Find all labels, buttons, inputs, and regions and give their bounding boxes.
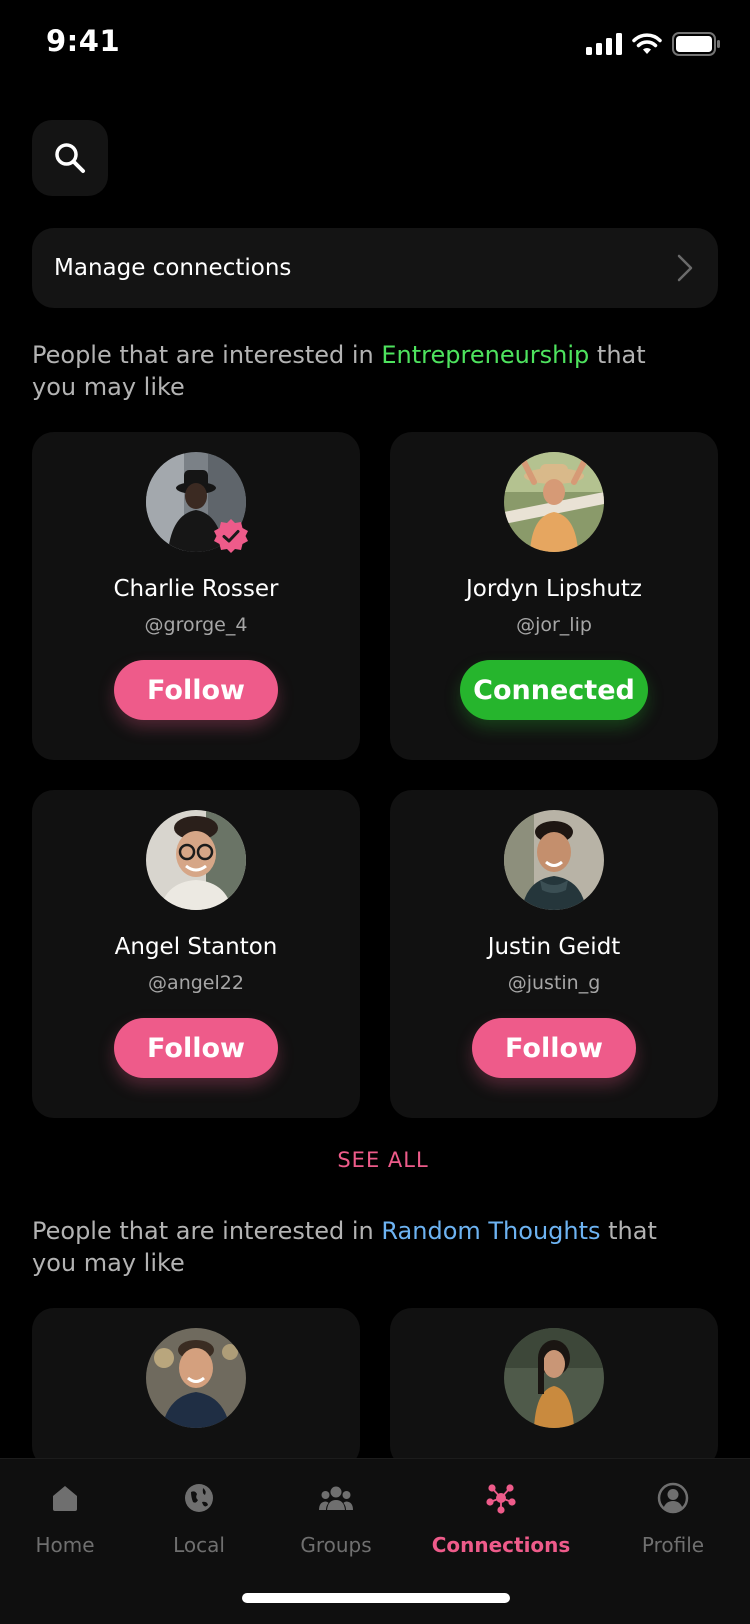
user-handle: @justin_g <box>507 972 601 994</box>
groups-icon <box>319 1486 353 1510</box>
manage-connections-row[interactable]: Manage connections <box>32 228 718 308</box>
avatar[interactable] <box>146 810 246 910</box>
globe-icon <box>185 1484 213 1512</box>
user-name: Justin Geidt <box>487 934 621 960</box>
status-bar: 9:41 <box>0 0 750 90</box>
battery-icon <box>672 32 720 56</box>
tab-label: Groups <box>300 1533 372 1557</box>
manage-connections-label: Manage connections <box>54 255 292 281</box>
avatar[interactable] <box>146 1328 246 1428</box>
verified-badge-icon <box>214 519 248 553</box>
user-card[interactable] <box>390 1308 718 1468</box>
interest-link-entrepreneurship[interactable]: Entrepreneurship <box>381 341 589 369</box>
status-icons <box>586 32 720 56</box>
wifi-icon <box>632 33 662 54</box>
tab-groups[interactable]: Groups <box>261 1477 411 1557</box>
connections-icon <box>486 1484 516 1514</box>
user-handle: @jor_lip <box>516 614 592 636</box>
tab-connections[interactable]: Connections <box>426 1477 576 1557</box>
follow-button[interactable]: Follow <box>114 660 278 720</box>
tab-profile[interactable]: Profile <box>598 1477 748 1557</box>
user-card[interactable]: Charlie Rosser @grorge_4 Follow <box>32 432 360 760</box>
search-button[interactable] <box>32 120 108 196</box>
avatar[interactable] <box>504 1328 604 1428</box>
avatar[interactable] <box>504 452 604 552</box>
see-all-link[interactable]: SEE ALL <box>0 1148 750 1172</box>
section-heading-prefix: People that are interested in <box>32 1217 382 1245</box>
tab-local[interactable]: Local <box>124 1477 274 1557</box>
status-time: 9:41 <box>46 24 121 58</box>
user-name: Angel Stanton <box>114 934 278 960</box>
section-heading-prefix: People that are interested in <box>32 341 382 369</box>
home-icon <box>53 1486 77 1511</box>
follow-button[interactable]: Follow <box>114 1018 278 1078</box>
home-indicator[interactable] <box>242 1593 510 1603</box>
tab-label: Profile <box>641 1533 705 1557</box>
interest-link-random-thoughts[interactable]: Random Thoughts <box>381 1217 600 1245</box>
tab-label: Connections <box>431 1533 571 1557</box>
search-icon <box>55 143 85 173</box>
follow-button[interactable]: Follow <box>472 1018 636 1078</box>
section-heading-entrepreneurship: People that are interested in Entreprene… <box>32 339 692 403</box>
tab-label: Local <box>173 1533 225 1557</box>
user-handle: @angel22 <box>148 972 244 994</box>
connected-button[interactable]: Connected <box>460 660 648 720</box>
avatar[interactable] <box>504 810 604 910</box>
user-card[interactable] <box>32 1308 360 1468</box>
signal-icon <box>586 33 622 55</box>
user-card[interactable]: Jordyn Lipshutz @jor_lip Connected <box>390 432 718 760</box>
user-handle: @grorge_4 <box>144 614 248 636</box>
user-card[interactable]: Angel Stanton @angel22 Follow <box>32 790 360 1118</box>
user-name: Jordyn Lipshutz <box>465 576 643 602</box>
tab-label: Home <box>35 1533 95 1557</box>
tab-home[interactable]: Home <box>0 1477 140 1557</box>
profile-icon <box>657 1482 689 1514</box>
chevron-right-icon <box>677 254 693 282</box>
user-name: Charlie Rosser <box>113 576 279 602</box>
section-heading-random-thoughts: People that are interested in Random Tho… <box>32 1215 692 1279</box>
user-card[interactable]: Justin Geidt @justin_g Follow <box>390 790 718 1118</box>
